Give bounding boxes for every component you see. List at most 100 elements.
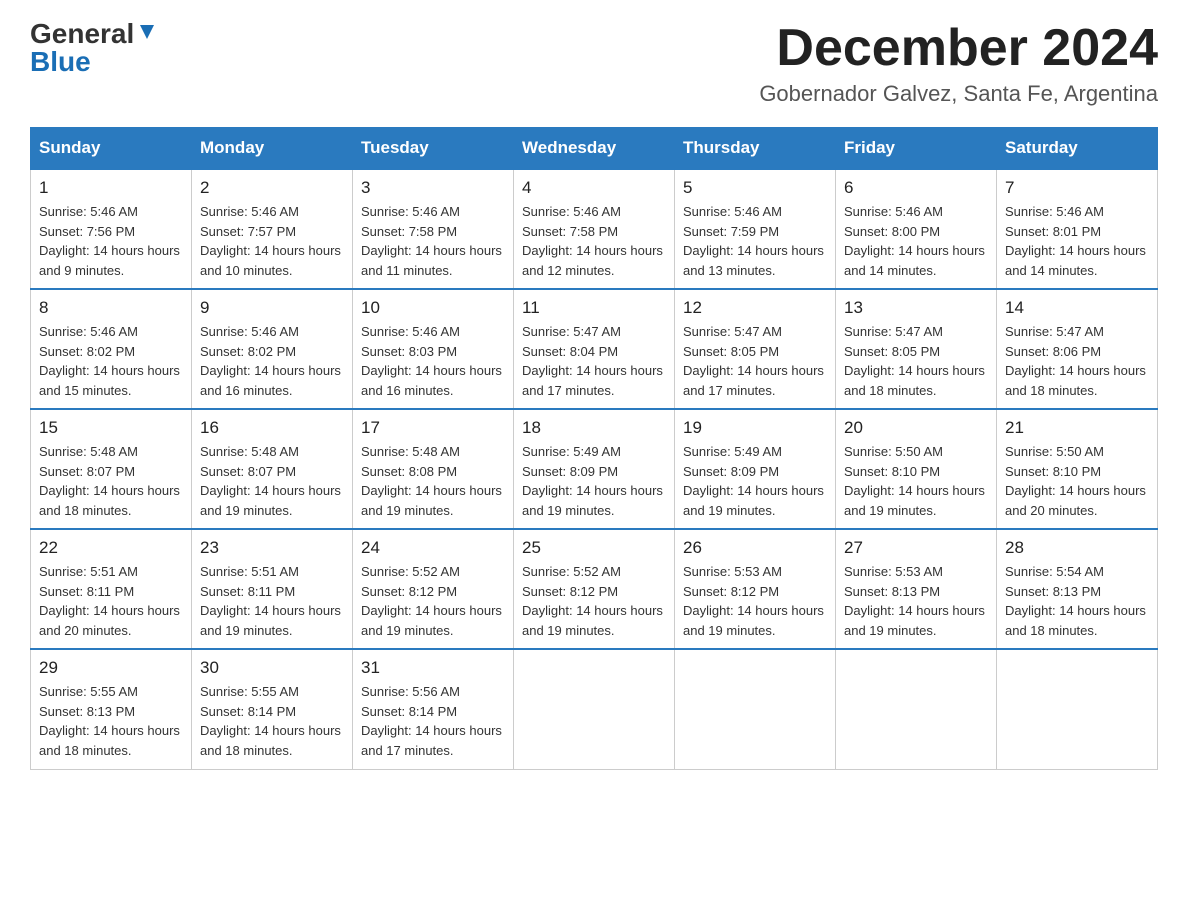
day-number: 30	[200, 658, 344, 678]
day-number: 18	[522, 418, 666, 438]
day-number: 29	[39, 658, 183, 678]
calendar-header-friday: Friday	[836, 128, 997, 170]
calendar-day-cell: 8 Sunrise: 5:46 AMSunset: 8:02 PMDayligh…	[31, 289, 192, 409]
calendar-day-cell: 5 Sunrise: 5:46 AMSunset: 7:59 PMDayligh…	[675, 169, 836, 289]
day-info: Sunrise: 5:55 AMSunset: 8:14 PMDaylight:…	[200, 682, 344, 760]
day-info: Sunrise: 5:46 AMSunset: 7:58 PMDaylight:…	[361, 202, 505, 280]
day-info: Sunrise: 5:46 AMSunset: 8:02 PMDaylight:…	[200, 322, 344, 400]
day-info: Sunrise: 5:54 AMSunset: 8:13 PMDaylight:…	[1005, 562, 1149, 640]
calendar-week-row: 8 Sunrise: 5:46 AMSunset: 8:02 PMDayligh…	[31, 289, 1158, 409]
day-number: 22	[39, 538, 183, 558]
day-number: 15	[39, 418, 183, 438]
calendar-header-wednesday: Wednesday	[514, 128, 675, 170]
calendar-week-row: 1 Sunrise: 5:46 AMSunset: 7:56 PMDayligh…	[31, 169, 1158, 289]
calendar-day-cell: 12 Sunrise: 5:47 AMSunset: 8:05 PMDaylig…	[675, 289, 836, 409]
calendar-day-cell	[997, 649, 1158, 769]
day-info: Sunrise: 5:48 AMSunset: 8:07 PMDaylight:…	[39, 442, 183, 520]
day-number: 8	[39, 298, 183, 318]
page-header: General Blue December 2024 Gobernador Ga…	[30, 20, 1158, 107]
calendar-day-cell: 10 Sunrise: 5:46 AMSunset: 8:03 PMDaylig…	[353, 289, 514, 409]
calendar-day-cell: 4 Sunrise: 5:46 AMSunset: 7:58 PMDayligh…	[514, 169, 675, 289]
calendar-week-row: 22 Sunrise: 5:51 AMSunset: 8:11 PMDaylig…	[31, 529, 1158, 649]
day-number: 3	[361, 178, 505, 198]
calendar-day-cell: 21 Sunrise: 5:50 AMSunset: 8:10 PMDaylig…	[997, 409, 1158, 529]
day-info: Sunrise: 5:55 AMSunset: 8:13 PMDaylight:…	[39, 682, 183, 760]
calendar-day-cell	[836, 649, 997, 769]
calendar-day-cell: 1 Sunrise: 5:46 AMSunset: 7:56 PMDayligh…	[31, 169, 192, 289]
title-section: December 2024 Gobernador Galvez, Santa F…	[759, 20, 1158, 107]
day-info: Sunrise: 5:49 AMSunset: 8:09 PMDaylight:…	[522, 442, 666, 520]
calendar-day-cell: 25 Sunrise: 5:52 AMSunset: 8:12 PMDaylig…	[514, 529, 675, 649]
calendar-week-row: 29 Sunrise: 5:55 AMSunset: 8:13 PMDaylig…	[31, 649, 1158, 769]
calendar-header-thursday: Thursday	[675, 128, 836, 170]
calendar-day-cell: 15 Sunrise: 5:48 AMSunset: 8:07 PMDaylig…	[31, 409, 192, 529]
day-info: Sunrise: 5:46 AMSunset: 7:59 PMDaylight:…	[683, 202, 827, 280]
day-info: Sunrise: 5:48 AMSunset: 8:08 PMDaylight:…	[361, 442, 505, 520]
day-number: 5	[683, 178, 827, 198]
calendar-day-cell: 7 Sunrise: 5:46 AMSunset: 8:01 PMDayligh…	[997, 169, 1158, 289]
day-info: Sunrise: 5:46 AMSunset: 7:58 PMDaylight:…	[522, 202, 666, 280]
calendar-day-cell: 31 Sunrise: 5:56 AMSunset: 8:14 PMDaylig…	[353, 649, 514, 769]
day-number: 25	[522, 538, 666, 558]
calendar-day-cell: 27 Sunrise: 5:53 AMSunset: 8:13 PMDaylig…	[836, 529, 997, 649]
day-number: 26	[683, 538, 827, 558]
day-number: 19	[683, 418, 827, 438]
calendar-day-cell: 2 Sunrise: 5:46 AMSunset: 7:57 PMDayligh…	[192, 169, 353, 289]
logo-general-text: General	[30, 20, 134, 48]
day-number: 10	[361, 298, 505, 318]
calendar-day-cell: 19 Sunrise: 5:49 AMSunset: 8:09 PMDaylig…	[675, 409, 836, 529]
calendar-header-sunday: Sunday	[31, 128, 192, 170]
calendar-day-cell: 20 Sunrise: 5:50 AMSunset: 8:10 PMDaylig…	[836, 409, 997, 529]
calendar-day-cell: 6 Sunrise: 5:46 AMSunset: 8:00 PMDayligh…	[836, 169, 997, 289]
day-number: 7	[1005, 178, 1149, 198]
day-number: 24	[361, 538, 505, 558]
calendar-day-cell	[675, 649, 836, 769]
day-number: 13	[844, 298, 988, 318]
day-number: 17	[361, 418, 505, 438]
calendar-day-cell: 23 Sunrise: 5:51 AMSunset: 8:11 PMDaylig…	[192, 529, 353, 649]
day-number: 1	[39, 178, 183, 198]
day-number: 6	[844, 178, 988, 198]
day-info: Sunrise: 5:52 AMSunset: 8:12 PMDaylight:…	[361, 562, 505, 640]
day-info: Sunrise: 5:50 AMSunset: 8:10 PMDaylight:…	[1005, 442, 1149, 520]
day-info: Sunrise: 5:47 AMSunset: 8:05 PMDaylight:…	[683, 322, 827, 400]
calendar-day-cell: 22 Sunrise: 5:51 AMSunset: 8:11 PMDaylig…	[31, 529, 192, 649]
day-number: 11	[522, 298, 666, 318]
day-info: Sunrise: 5:49 AMSunset: 8:09 PMDaylight:…	[683, 442, 827, 520]
calendar-day-cell: 11 Sunrise: 5:47 AMSunset: 8:04 PMDaylig…	[514, 289, 675, 409]
day-info: Sunrise: 5:46 AMSunset: 7:56 PMDaylight:…	[39, 202, 183, 280]
day-info: Sunrise: 5:53 AMSunset: 8:12 PMDaylight:…	[683, 562, 827, 640]
calendar-day-cell: 14 Sunrise: 5:47 AMSunset: 8:06 PMDaylig…	[997, 289, 1158, 409]
day-number: 21	[1005, 418, 1149, 438]
location-subtitle: Gobernador Galvez, Santa Fe, Argentina	[759, 81, 1158, 107]
calendar-day-cell: 26 Sunrise: 5:53 AMSunset: 8:12 PMDaylig…	[675, 529, 836, 649]
day-number: 4	[522, 178, 666, 198]
day-number: 16	[200, 418, 344, 438]
day-number: 28	[1005, 538, 1149, 558]
calendar-header-tuesday: Tuesday	[353, 128, 514, 170]
day-number: 27	[844, 538, 988, 558]
calendar-day-cell: 30 Sunrise: 5:55 AMSunset: 8:14 PMDaylig…	[192, 649, 353, 769]
day-info: Sunrise: 5:46 AMSunset: 7:57 PMDaylight:…	[200, 202, 344, 280]
day-info: Sunrise: 5:50 AMSunset: 8:10 PMDaylight:…	[844, 442, 988, 520]
day-number: 9	[200, 298, 344, 318]
calendar-week-row: 15 Sunrise: 5:48 AMSunset: 8:07 PMDaylig…	[31, 409, 1158, 529]
day-number: 2	[200, 178, 344, 198]
day-number: 20	[844, 418, 988, 438]
calendar-day-cell: 16 Sunrise: 5:48 AMSunset: 8:07 PMDaylig…	[192, 409, 353, 529]
calendar-day-cell	[514, 649, 675, 769]
day-number: 14	[1005, 298, 1149, 318]
day-info: Sunrise: 5:46 AMSunset: 8:01 PMDaylight:…	[1005, 202, 1149, 280]
day-info: Sunrise: 5:47 AMSunset: 8:06 PMDaylight:…	[1005, 322, 1149, 400]
calendar-table: SundayMondayTuesdayWednesdayThursdayFrid…	[30, 127, 1158, 770]
calendar-header-monday: Monday	[192, 128, 353, 170]
logo: General Blue	[30, 20, 158, 76]
month-title: December 2024	[759, 20, 1158, 77]
calendar-header-row: SundayMondayTuesdayWednesdayThursdayFrid…	[31, 128, 1158, 170]
day-info: Sunrise: 5:52 AMSunset: 8:12 PMDaylight:…	[522, 562, 666, 640]
day-number: 12	[683, 298, 827, 318]
day-info: Sunrise: 5:47 AMSunset: 8:05 PMDaylight:…	[844, 322, 988, 400]
day-info: Sunrise: 5:46 AMSunset: 8:00 PMDaylight:…	[844, 202, 988, 280]
day-info: Sunrise: 5:46 AMSunset: 8:03 PMDaylight:…	[361, 322, 505, 400]
day-info: Sunrise: 5:53 AMSunset: 8:13 PMDaylight:…	[844, 562, 988, 640]
